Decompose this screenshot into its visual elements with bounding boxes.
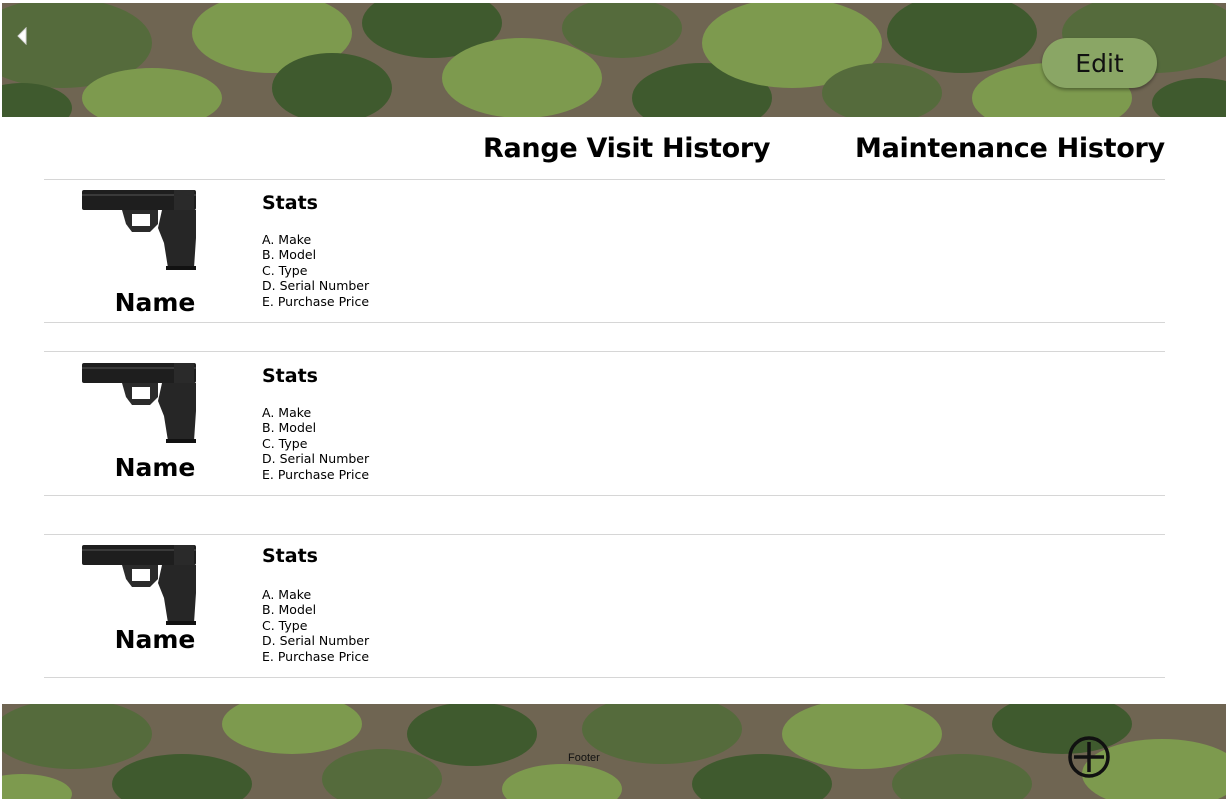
stat-serial-number: D. Serial Number [262,633,370,649]
stat-purchase-price: E. Purchase Price [262,466,370,482]
stat-type: C. Type [262,262,308,278]
stat-serial-number: D. Serial Number [262,278,370,294]
pistol-image [82,190,196,270]
stat-purchase-price: E. Purchase Price [262,648,370,664]
range-visit-history-heading: Range Visit History [483,133,771,164]
firearm-card[interactable]: Name Stats A. Make B. Model C. Type D. S… [44,180,1165,330]
stats-heading: Stats [262,545,318,567]
firearm-name: Name [114,453,196,482]
stats-list: A. Make B. Model C. Type D. Serial Numbe… [262,587,369,664]
stat-type: C. Type [262,617,308,633]
stats-list: A. Make B. Model C. Type D. Serial Numbe… [262,405,369,482]
footer-label: Footer [568,752,600,764]
stat-model: B. Model [262,602,317,618]
pistol-image [82,363,196,443]
stat-type: C. Type [262,435,308,451]
footer-bar: Footer [2,704,1226,799]
header-bar: Edit [2,3,1226,117]
firearm-card[interactable]: Name Stats A. Make B. Model C. Type D. S… [44,535,1165,685]
plus-circle-icon [1068,736,1110,778]
pistol-image [82,545,196,625]
stat-purchase-price: E. Purchase Price [262,293,370,309]
firearm-card[interactable]: Name Stats A. Make B. Model C. Type D. S… [44,353,1165,503]
firearm-name: Name [114,288,196,317]
camo-pattern [2,704,1226,799]
maintenance-history-heading: Maintenance History [855,133,1165,164]
firearm-name: Name [114,625,196,654]
stats-heading: Stats [262,365,318,387]
back-button[interactable] [16,27,36,51]
stats-heading: Stats [262,192,318,214]
stats-list: A. Make B. Model C. Type D. Serial Numbe… [262,232,369,309]
stat-make: A. Make [262,405,312,420]
chevron-left-icon [17,27,27,45]
stat-model: B. Model [262,247,317,263]
stat-model: B. Model [262,420,317,436]
divider [44,351,1165,352]
stat-make: A. Make [262,587,312,602]
stat-serial-number: D. Serial Number [262,451,370,467]
stat-make: A. Make [262,232,312,247]
add-firearm-button[interactable] [1066,734,1118,786]
edit-button[interactable]: Edit [1042,38,1157,88]
